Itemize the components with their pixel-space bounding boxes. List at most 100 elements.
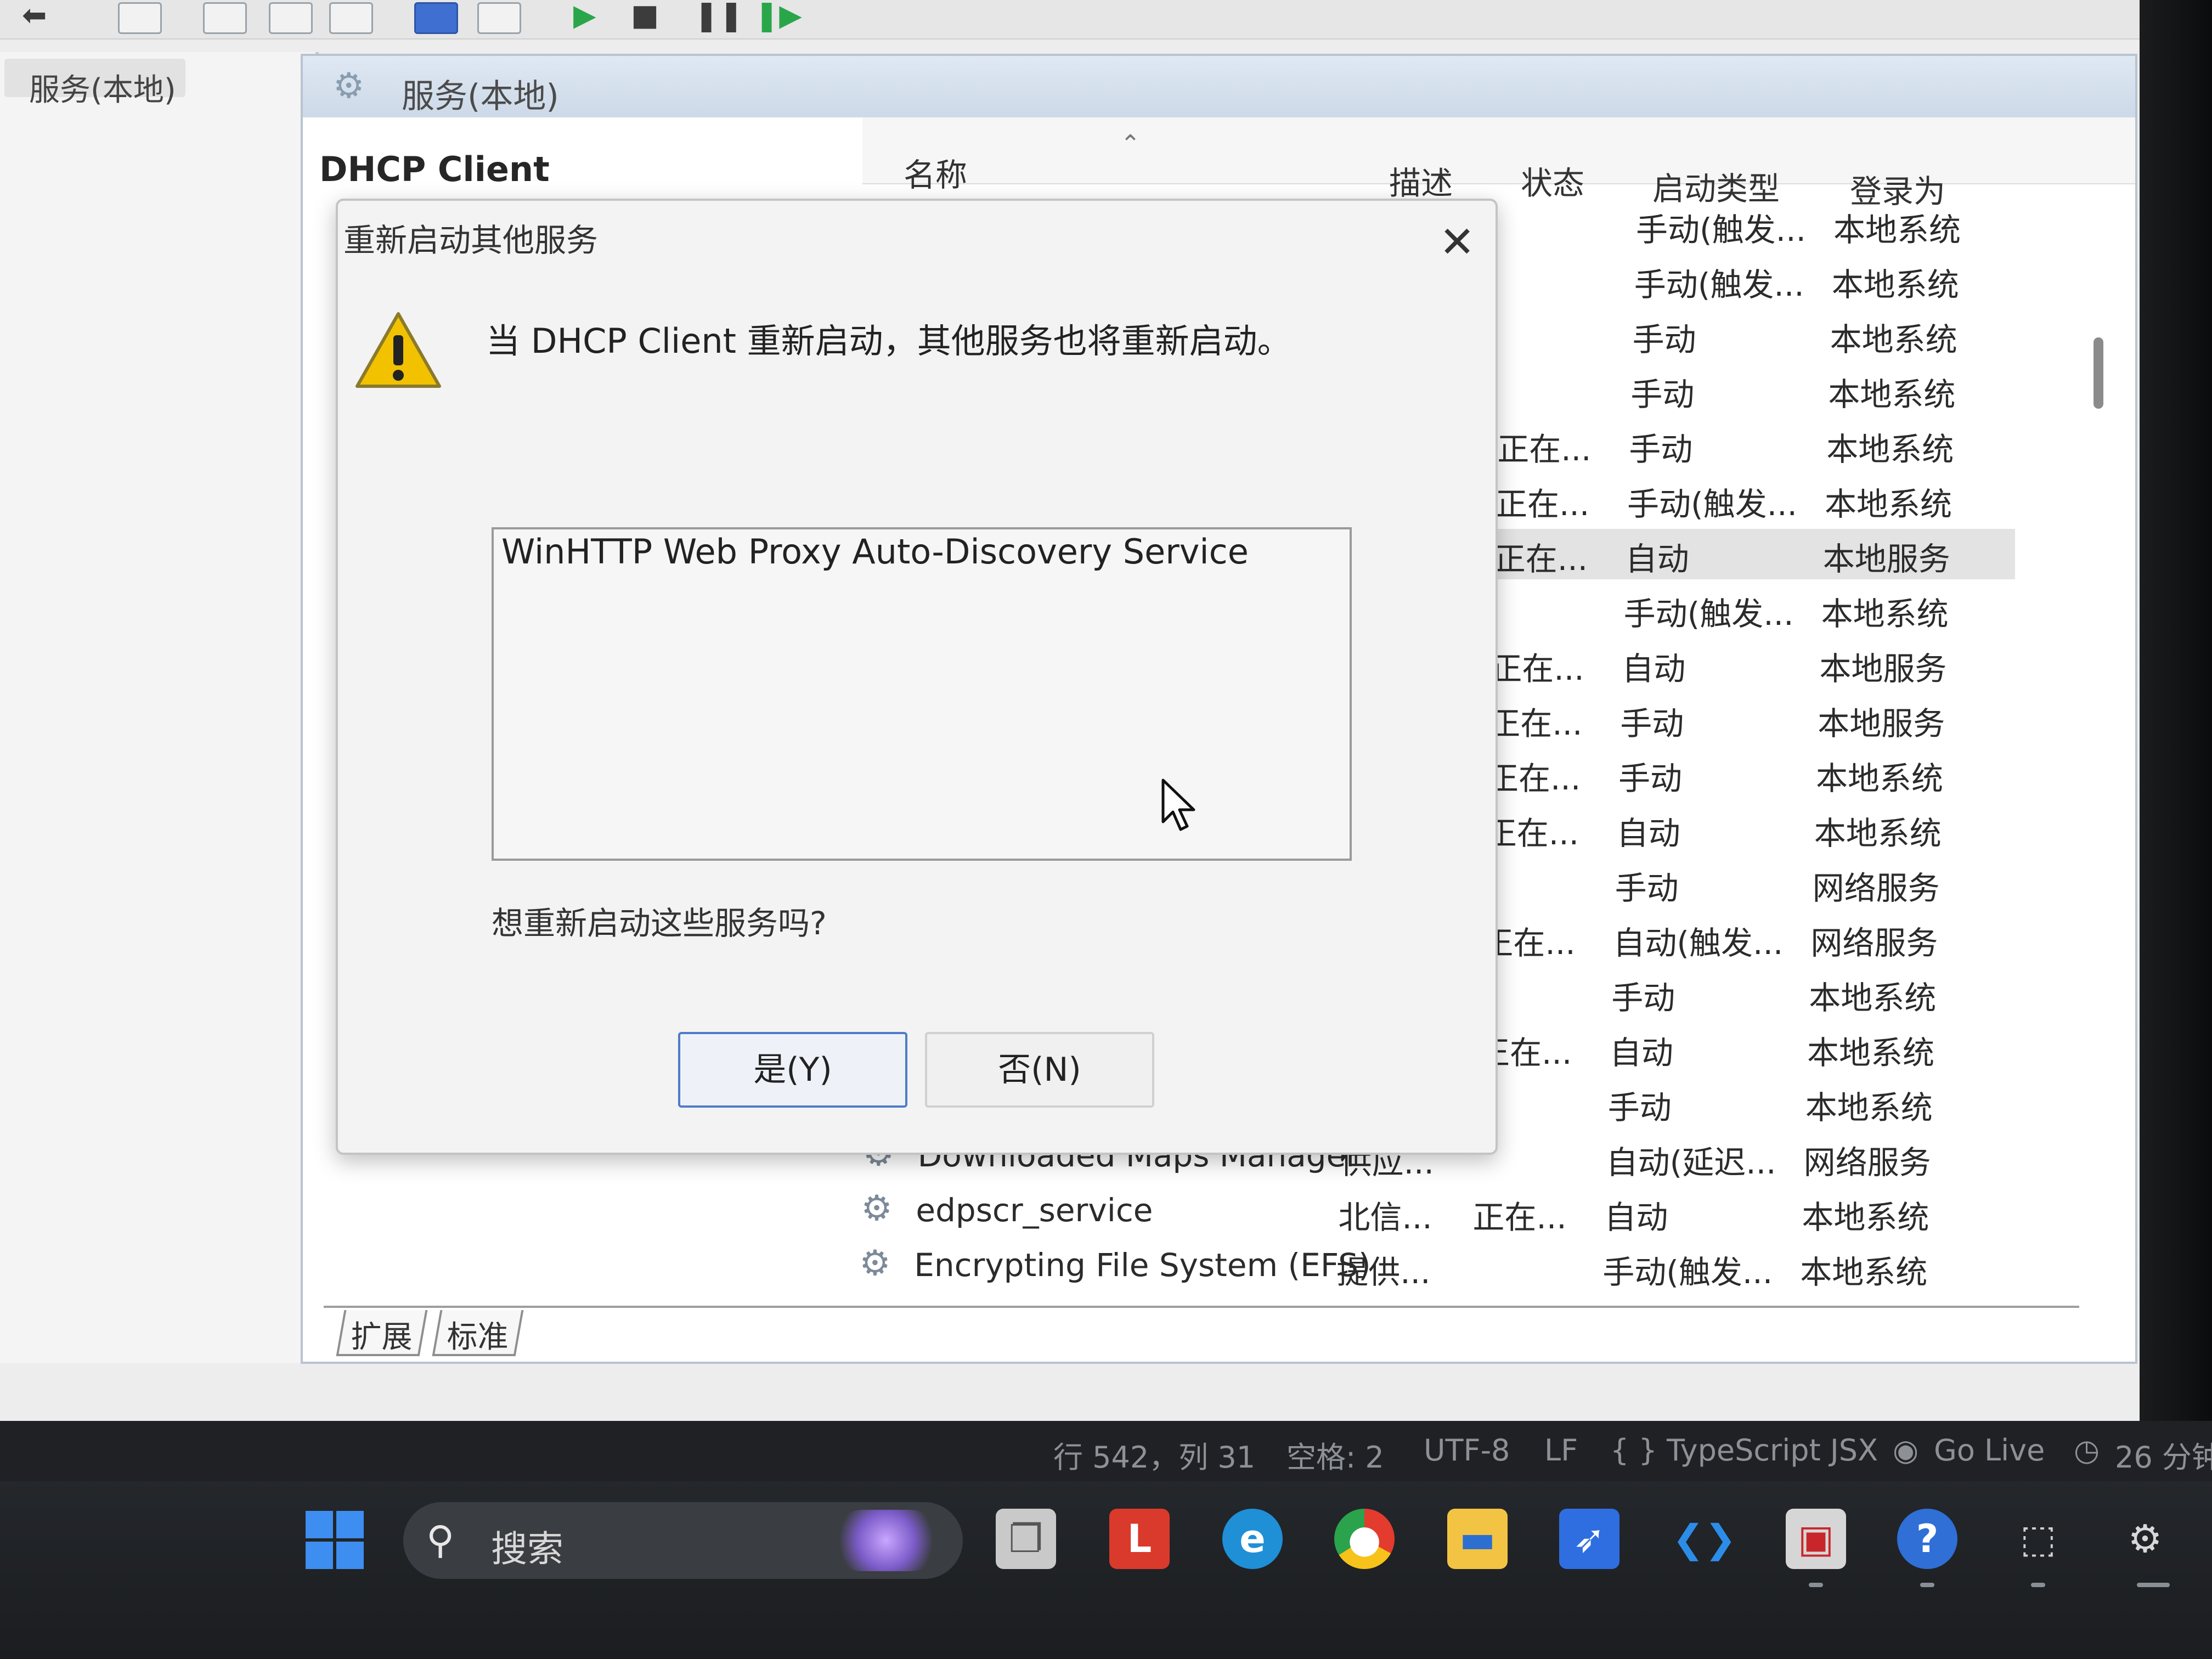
- no-button[interactable]: 否(N): [925, 1032, 1154, 1108]
- cell-logon: 本地系统: [1807, 1034, 1935, 1071]
- list-item[interactable]: WinHTTP Web Proxy Auto-Discovery Service: [501, 532, 1249, 572]
- cell-logon: 本地系统: [1816, 760, 1944, 797]
- cell-logon: 网络服务: [1810, 924, 1938, 962]
- cell-logon: 本地系统: [1800, 1254, 1928, 1291]
- dialog-message: 当 DHCP Client 重新启动，其他服务也将重新启动。: [486, 321, 1291, 361]
- toolbar-export-icon[interactable]: [329, 2, 373, 34]
- cell-logon: 本地系统: [1831, 266, 1959, 303]
- cell-startup: 手动: [1615, 870, 1679, 907]
- tab-standard[interactable]: 标准: [432, 1310, 524, 1356]
- cell-startup: 自动(触发...: [1613, 924, 1784, 962]
- toolbar-refresh-icon[interactable]: [269, 2, 313, 34]
- taskbar-search[interactable]: ⚲ 搜索: [403, 1502, 963, 1579]
- service-gear-icon: ⚙: [859, 1243, 891, 1284]
- session-time: 26 分钟: [2115, 1440, 2212, 1475]
- chrome-icon[interactable]: ●: [1334, 1509, 1395, 1569]
- dependent-services-list[interactable]: WinHTTP Web Proxy Auto-Discovery Service: [492, 527, 1352, 861]
- language-mode[interactable]: { } TypeScript JSX: [1610, 1433, 1878, 1468]
- cell-startup: 手动: [1611, 979, 1675, 1017]
- back-icon[interactable]: ⬅: [22, 0, 47, 31]
- cell-logon: 本地系统: [1826, 431, 1954, 468]
- yes-button[interactable]: 是(Y): [678, 1032, 907, 1108]
- toolbar-properties-icon[interactable]: [477, 2, 521, 34]
- cell-name: edpscr_service: [916, 1192, 1153, 1229]
- cell-status: 正在...: [1497, 431, 1592, 468]
- encoding[interactable]: UTF-8: [1424, 1433, 1510, 1468]
- stop-service-icon[interactable]: ■: [631, 0, 659, 31]
- cell-status: 正在...: [1496, 486, 1590, 523]
- app-red-icon[interactable]: ▣: [1786, 1509, 1846, 1569]
- cell-logon: 本地系统: [1805, 1089, 1933, 1126]
- restart-service-icon[interactable]: ❚▶: [754, 0, 802, 31]
- toolbar: ⬅ ▶ ■ ❚❚ ❚▶: [0, 0, 2140, 40]
- vertical-scrollbar[interactable]: [2094, 337, 2103, 409]
- edge-icon[interactable]: e: [1222, 1509, 1283, 1569]
- cell-logon: 本地服务: [1819, 650, 1947, 687]
- app-l-icon[interactable]: L: [1109, 1509, 1170, 1569]
- tree-pane: 服务(本地): [0, 52, 319, 1363]
- cell-logon: 本地系统: [1802, 1199, 1929, 1236]
- cell-startup: 手动: [1607, 1089, 1672, 1126]
- dialog-question: 想重新启动这些服务吗?: [492, 905, 827, 942]
- cell-logon: 本地系统: [1809, 979, 1937, 1017]
- cell-startup: 自动(延迟...: [1606, 1144, 1776, 1181]
- cell-logon: 本地系统: [1821, 595, 1949, 633]
- tab-extended[interactable]: 扩展: [336, 1310, 428, 1356]
- services-icon: ⚙: [333, 66, 365, 106]
- cell-name: Encrypting File System (EFS): [914, 1246, 1371, 1284]
- panel-header: ⚙ 服务(本地): [303, 56, 2135, 117]
- start-service-icon[interactable]: ▶: [573, 0, 596, 31]
- mouse-cursor-icon: [1161, 778, 1195, 831]
- view-tabs: 扩展 标准: [324, 1306, 2079, 1357]
- tab-standard-label: 标准: [447, 1319, 509, 1355]
- panel-header-label: 服务(本地): [402, 77, 559, 116]
- help-icon[interactable]: ?: [1897, 1509, 1957, 1569]
- settings-icon[interactable]: ⚙: [2115, 1509, 2175, 1569]
- go-live[interactable]: Go Live: [1934, 1433, 2045, 1468]
- tree-item-label: 服务(本地): [29, 72, 176, 108]
- cell-startup: 自动: [1610, 1034, 1674, 1071]
- taskbar: ⚲ 搜索 ❐ L e ● ▬ ➶ ❮❯ ▣ ? ⬚ ⚙: [0, 1481, 2212, 1659]
- running-indicator: [2031, 1583, 2045, 1587]
- cell-startup: 手动(触发...: [1634, 266, 1804, 303]
- cell-logon: 本地系统: [1814, 815, 1942, 852]
- services-window: ⬅ ▶ ■ ❚❚ ❚▶ 服务(本地) ⚙ 服务(本地) 名称 ⌃ 描述 状态 启…: [0, 0, 2140, 1421]
- toolbar-list-icon[interactable]: [203, 2, 247, 34]
- cell-startup: 手动: [1632, 321, 1696, 358]
- cell-startup: 手动: [1620, 705, 1684, 742]
- cell-logon: 本地服务: [1818, 705, 1945, 742]
- cell-startup: 自动: [1625, 540, 1689, 578]
- column-header-startup-type[interactable]: 启动类型: [1652, 163, 1780, 209]
- app-box-icon[interactable]: ⬚: [2008, 1509, 2068, 1569]
- file-explorer-icon[interactable]: ▬: [1447, 1509, 1508, 1569]
- cursor-position[interactable]: 行 542，列 31: [1053, 1433, 1255, 1476]
- column-header-name[interactable]: 名称: [904, 149, 967, 195]
- dialog-title: 重新启动其他服务: [343, 222, 599, 259]
- cell-status: 正在...: [1485, 815, 1579, 852]
- warning-icon: [356, 312, 441, 388]
- column-header-description[interactable]: 描述: [1389, 157, 1453, 204]
- toolbar-show-hide-icon[interactable]: [118, 2, 162, 34]
- tree-item-services-local[interactable]: 服务(本地): [4, 59, 185, 108]
- line-ending[interactable]: LF: [1544, 1433, 1578, 1468]
- column-header-status[interactable]: 状态: [1521, 157, 1584, 204]
- search-icon: ⚲: [426, 1517, 455, 1562]
- cell-startup: 手动(触发...: [1623, 595, 1794, 633]
- go-live-icon[interactable]: ◉: [1893, 1433, 1918, 1468]
- cell-logon: 本地系统: [1825, 486, 1953, 523]
- service-gear-icon: ⚙: [861, 1188, 893, 1229]
- cell-startup: 手动(触发...: [1627, 486, 1797, 523]
- search-highlight-image[interactable]: [831, 1510, 941, 1571]
- indent-setting[interactable]: 空格: 2: [1286, 1433, 1384, 1476]
- windows-start-icon[interactable]: [304, 1510, 365, 1570]
- vscode-icon[interactable]: ❮❯: [1672, 1509, 1736, 1569]
- pause-service-icon[interactable]: ❚❚: [694, 0, 744, 31]
- cell-startup: 自动: [1604, 1199, 1668, 1236]
- close-icon[interactable]: ✕: [1435, 221, 1479, 264]
- task-view-icon[interactable]: ❐: [996, 1509, 1056, 1569]
- cell-logon: 本地系统: [1833, 211, 1961, 249]
- cell-startup: 手动: [1630, 376, 1695, 413]
- feishu-icon[interactable]: ➶: [1559, 1509, 1620, 1569]
- toolbar-help-icon[interactable]: [414, 2, 458, 34]
- search-label: 搜索: [491, 1528, 563, 1570]
